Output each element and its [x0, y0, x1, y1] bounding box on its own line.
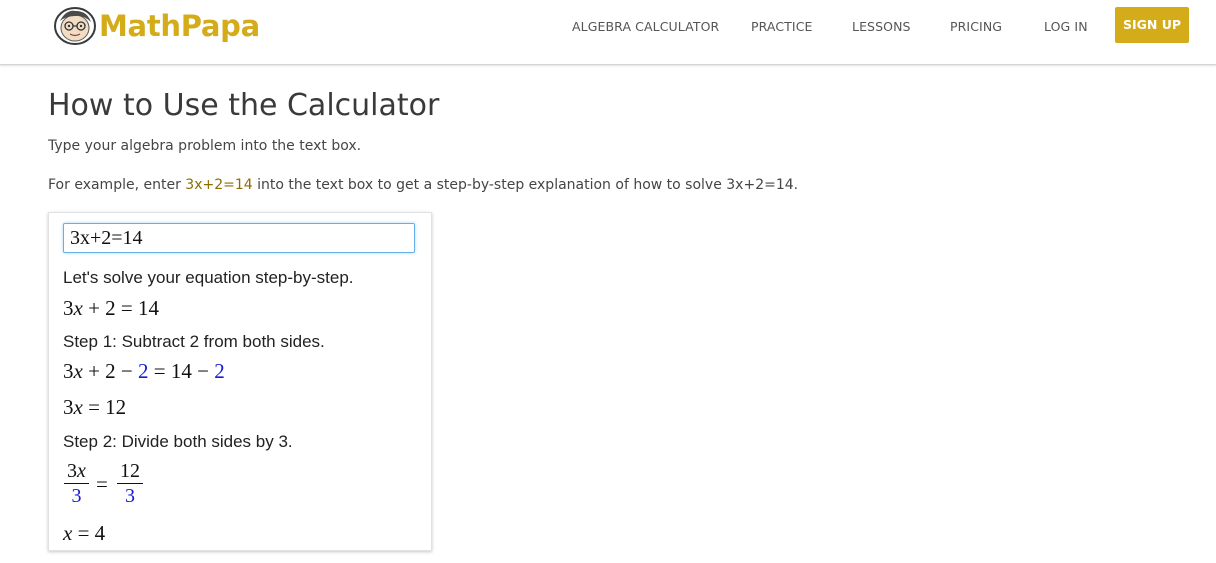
example-equation: 3x+2=14 [185, 177, 253, 193]
nav-algebra-calculator[interactable]: ALGEBRA CALCULATOR [572, 19, 719, 34]
step-1-text: Step 1: Subtract 2 from both sides. [63, 332, 325, 351]
mathpapa-logo-icon [54, 7, 96, 45]
left-fraction: 3x 3 [64, 459, 89, 508]
brand-logo-link[interactable]: MathPapa [54, 7, 260, 45]
calculator-card: Let's solve your equation step-by-step. … [48, 212, 432, 551]
nav-practice[interactable]: PRACTICE [751, 19, 813, 34]
right-numerator: 12 [117, 459, 143, 484]
sign-up-button[interactable]: SIGN UP [1115, 7, 1189, 43]
intro-instruction: Type your algebra problem into the text … [48, 138, 362, 154]
fraction-equals-sign: = [96, 472, 108, 496]
intro-example-suffix: into the text box to get a step-by-step … [252, 177, 799, 193]
solution-intro-text: Let's solve your equation step-by-step. [63, 268, 354, 287]
equation-input[interactable] [63, 223, 415, 253]
top-navbar: MathPapa ALGEBRA CALCULATOR PRACTICE LES… [0, 0, 1216, 65]
left-numerator: 3x [64, 459, 89, 484]
step-1-equation: 3x + 2 − 2 = 14 − 2 [63, 359, 225, 383]
left-denominator: 3 [71, 485, 82, 507]
brand-name: MathPapa [99, 9, 260, 43]
intro-example: For example, enter 3x+2=14 into the text… [48, 177, 798, 193]
nav-log-in[interactable]: LOG IN [1044, 19, 1088, 34]
step-1-result: 3x = 12 [63, 395, 127, 419]
page-title: How to Use the Calculator [48, 88, 440, 123]
nav-lessons[interactable]: LESSONS [852, 19, 911, 34]
final-answer: x = 4 [63, 521, 106, 545]
intro-example-prefix: For example, enter [48, 177, 186, 193]
original-equation: 3x + 2 = 14 [63, 296, 160, 320]
right-fraction: 12 3 [117, 459, 143, 508]
right-denominator: 3 [125, 485, 135, 507]
nav-pricing[interactable]: PRICING [950, 19, 1002, 34]
step-2-text: Step 2: Divide both sides by 3. [63, 432, 293, 451]
